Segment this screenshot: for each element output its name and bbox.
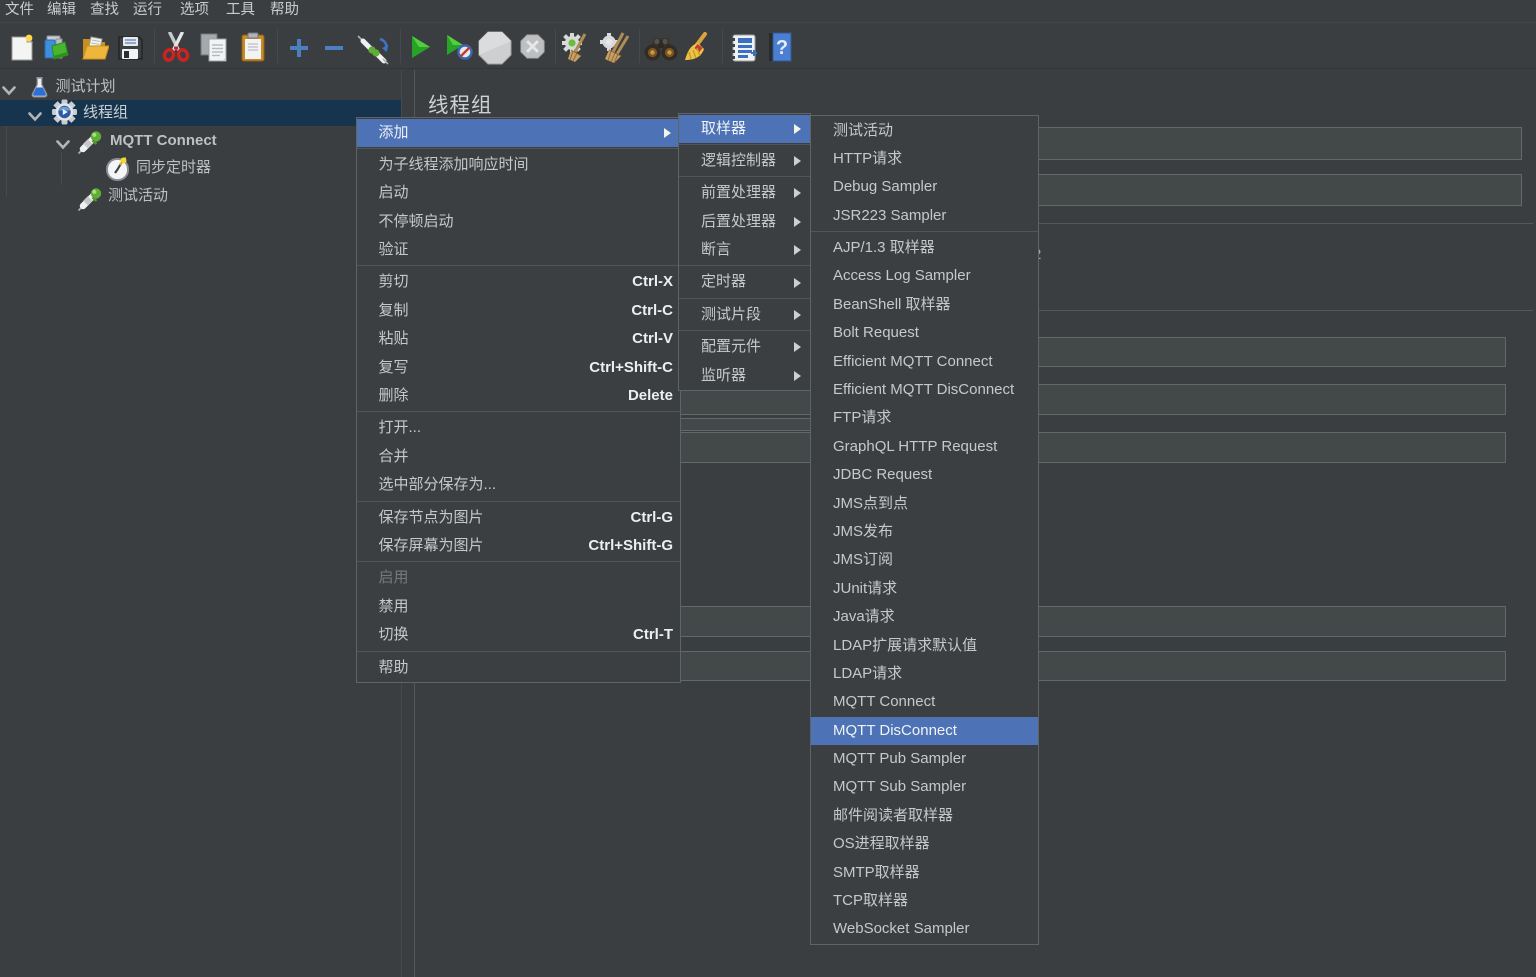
svg-text:?: ? xyxy=(776,37,788,59)
